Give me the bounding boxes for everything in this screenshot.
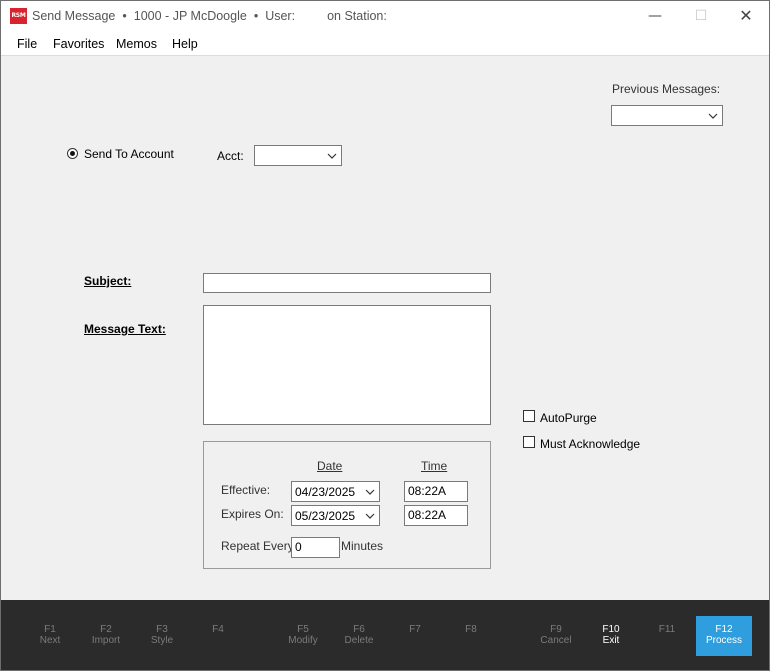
repeat-every-label: Repeat Every xyxy=(221,539,294,553)
fkey-key: F6 xyxy=(353,624,365,635)
f2-import-button[interactable]: F2 Import xyxy=(78,624,134,646)
acct-dropdown[interactable] xyxy=(254,145,342,166)
chevron-down-icon xyxy=(365,513,375,519)
fkey-label: Process xyxy=(705,635,743,646)
time-header: Time xyxy=(421,459,448,473)
autopurge-checkbox[interactable] xyxy=(523,410,535,422)
title-app-name: Send Message xyxy=(32,9,116,23)
title-bar: RSM Send Message • 1000 - JP McDoogle • User… xyxy=(1,1,769,31)
f12-process-button[interactable]: F12 Process xyxy=(696,616,752,656)
previous-messages-dropdown[interactable] xyxy=(611,105,723,126)
f10-exit-button[interactable]: F10 Exit xyxy=(583,624,639,646)
expires-date-picker[interactable]: 05/23/2025 xyxy=(291,505,380,526)
function-key-bar: F1 Next F2 Import F3 Style F4 F5 Modify F6 De… xyxy=(1,600,769,670)
fkey-label: Delete xyxy=(344,635,374,646)
f8-button[interactable]: F8 xyxy=(443,624,499,635)
fkey-label: Cancel xyxy=(540,635,572,646)
fkey-key: F5 xyxy=(297,624,309,635)
subject-label: Subject: xyxy=(84,274,132,288)
menu-memos[interactable]: Memos xyxy=(116,37,157,51)
fkey-key: F12 xyxy=(715,624,733,635)
send-message-window: RSM Send Message • 1000 - JP McDoogle • User… xyxy=(0,0,770,671)
autopurge-label: AutoPurge xyxy=(540,411,597,425)
effective-label: Effective: xyxy=(221,483,271,497)
fkey-key: F1 xyxy=(44,624,56,635)
fkey-label: Import xyxy=(91,635,121,646)
fkey-key: F7 xyxy=(409,624,421,635)
f4-button[interactable]: F4 xyxy=(190,624,246,635)
chevron-down-icon xyxy=(327,153,337,159)
previous-messages-label: Previous Messages: xyxy=(612,82,721,96)
acct-label: Acct: xyxy=(217,149,244,163)
maximize-button[interactable]: ☐ xyxy=(678,1,724,31)
f1-next-button[interactable]: F1 Next xyxy=(22,624,78,646)
message-text-label: Message Text: xyxy=(84,322,166,336)
fkey-key: F10 xyxy=(602,624,620,635)
send-to-account-radio[interactable] xyxy=(67,148,78,159)
send-to-account-label: Send To Account xyxy=(84,147,174,161)
fkey-key: F3 xyxy=(156,624,168,635)
minimize-button[interactable]: — xyxy=(632,1,678,31)
f5-modify-button[interactable]: F5 Modify xyxy=(275,624,331,646)
fkey-key: F9 xyxy=(550,624,562,635)
title-account-info: 1000 - JP McDoogle xyxy=(133,9,247,23)
close-button[interactable]: ✕ xyxy=(723,1,769,31)
expires-date-value: 05/23/2025 xyxy=(295,509,356,523)
fkey-label: Exit xyxy=(602,635,620,646)
date-header: Date xyxy=(317,459,343,473)
effective-time-input[interactable]: 08:22A xyxy=(404,481,468,502)
fkey-label: Next xyxy=(39,635,61,646)
title-user-label: User: xyxy=(265,9,296,23)
chevron-down-icon xyxy=(708,113,718,119)
minutes-label: Minutes xyxy=(341,539,384,553)
effective-date-picker[interactable]: 04/23/2025 xyxy=(291,481,380,502)
app-logo-icon: RSM xyxy=(10,8,27,24)
menu-file[interactable]: File xyxy=(17,37,37,51)
window-title: Send Message • 1000 - JP McDoogle • User: on … xyxy=(32,9,387,23)
must-acknowledge-label: Must Acknowledge xyxy=(540,437,641,451)
message-text-area[interactable] xyxy=(203,305,491,425)
fkey-label: Style xyxy=(150,635,174,646)
fkey-key: F11 xyxy=(658,624,676,635)
repeat-every-input[interactable]: 0 xyxy=(291,537,340,558)
f6-delete-button[interactable]: F6 Delete xyxy=(331,624,387,646)
expires-on-label: Expires On: xyxy=(221,507,284,521)
f11-button[interactable]: F11 xyxy=(639,624,695,635)
effective-date-value: 04/23/2025 xyxy=(295,485,356,499)
f9-cancel-button[interactable]: F9 Cancel xyxy=(528,624,584,646)
f3-style-button[interactable]: F3 Style xyxy=(134,624,190,646)
menu-favorites[interactable]: Favorites xyxy=(53,37,104,51)
chevron-down-icon xyxy=(365,489,375,495)
fkey-key: F4 xyxy=(212,624,224,635)
fkey-key: F8 xyxy=(465,624,477,635)
menu-bar: File Favorites Memos Help xyxy=(1,31,769,56)
f7-button[interactable]: F7 xyxy=(387,624,443,635)
expires-time-input[interactable]: 08:22A xyxy=(404,505,468,526)
fkey-label: Modify xyxy=(288,635,318,646)
title-station-label: on Station: xyxy=(327,9,387,23)
fkey-key: F2 xyxy=(100,624,112,635)
must-acknowledge-checkbox[interactable] xyxy=(523,436,535,448)
menu-help[interactable]: Help xyxy=(172,37,198,51)
subject-input[interactable] xyxy=(203,273,491,293)
